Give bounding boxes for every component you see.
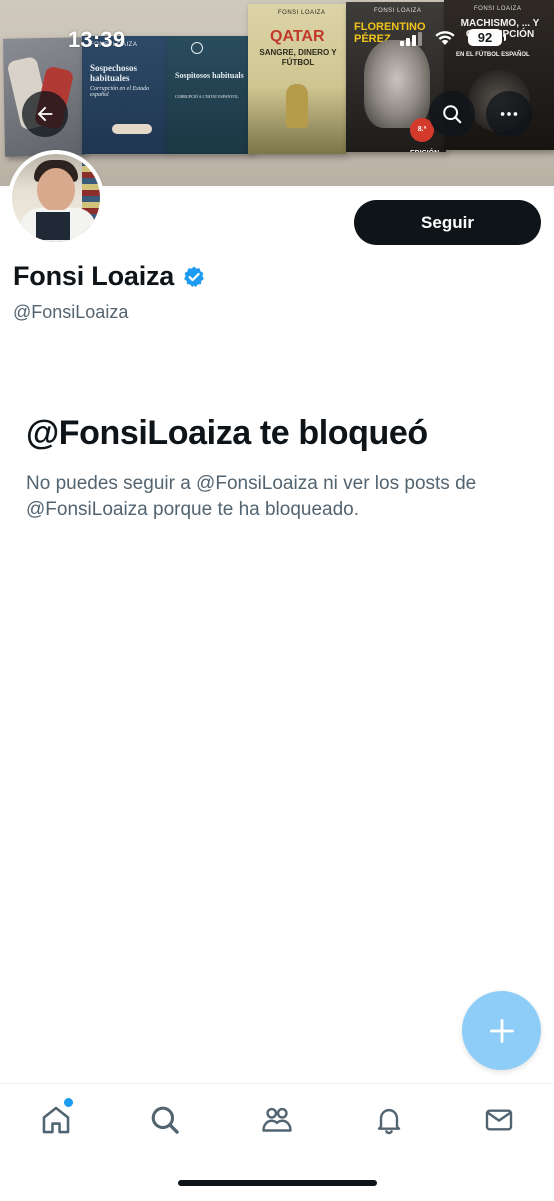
arrow-left-icon [37,106,53,122]
home-indicator[interactable] [178,1180,377,1186]
more-button[interactable] [486,91,532,137]
nav-search[interactable] [145,1100,185,1140]
battery-indicator: 92 [468,29,506,46]
blocked-description: No puedes seguir a @FonsiLoaiza ni ver l… [26,473,477,520]
wifi-icon [435,30,455,45]
profile-handle: @FonsiLoaiza [13,302,129,322]
home-notification-dot [62,1096,75,1109]
search-icon [151,1106,179,1134]
plus-icon [489,1018,514,1043]
profile-avatar[interactable] [8,150,104,246]
verified-badge-icon [184,266,205,287]
mail-icon [485,1109,513,1131]
signal-icon [400,30,422,46]
display-name: Fonsi Loaiza [13,261,175,291]
banner-book-3: Sospitosos habituals CORRUPCIÓ A L'ESTAT… [167,36,251,154]
search-button[interactable] [429,91,475,137]
status-time: 13:39 [68,27,126,52]
banner-book-2: FONSI LOAIZA Sospechosos habituales Corr… [82,36,168,154]
compose-post-button[interactable] [462,991,541,1070]
banner-book-4: FONSI LOAIZA QATAR SANGRE, DINERO Y FÚTB… [248,4,346,154]
banner-book-5: FONSI LOAIZA FLORENTINO PÉREZ 8.ª EDICIÓ… [346,2,446,152]
nav-messages[interactable] [479,1100,519,1140]
nav-notifications[interactable] [369,1100,409,1140]
search-icon [443,105,462,124]
communities-icon [262,1107,292,1132]
follow-button[interactable]: Seguir [354,200,541,245]
back-button[interactable] [22,91,68,137]
more-horizontal-icon [500,112,518,116]
status-icons: 92 [400,29,506,46]
bell-icon [377,1108,401,1135]
display-name-row: Fonsi Loaiza [13,261,206,292]
blocked-title: @FonsiLoaiza te bloqueó [26,414,428,452]
nav-communities[interactable] [257,1100,297,1140]
